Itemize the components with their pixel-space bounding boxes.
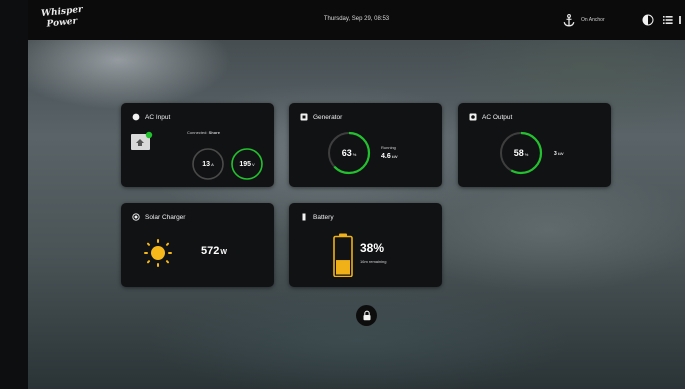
generator-power: 4.6kW	[381, 153, 398, 160]
ac-input-title: AC Input	[132, 113, 170, 121]
ac-input-label: AC Input	[145, 113, 171, 121]
lock-icon	[363, 310, 370, 321]
solar-charger-card[interactable]: Solar Charger 572 W	[121, 203, 274, 287]
anchor-status-label: On Anchor	[581, 17, 605, 23]
generator-percent-unit: %	[352, 152, 357, 157]
sun-small-icon	[132, 213, 140, 221]
generator-card[interactable]: Generator 63% Running 4.6kW	[289, 103, 442, 187]
anchor-status[interactable]: On Anchor	[563, 12, 605, 28]
battery-icon	[333, 233, 353, 277]
ac-output-label: AC Output	[482, 113, 513, 121]
top-bar: Whisper Power Thursday, Sep 29, 08:53 On…	[28, 0, 685, 40]
current-value: 13 A	[190, 161, 226, 168]
connected-label: Connected:	[187, 130, 208, 135]
anchor-icon	[563, 13, 575, 26]
solar-charger-title: Solar Charger	[132, 213, 185, 221]
ac-input-card[interactable]: AC Input Connected: Shore 13 A 195 V	[121, 103, 274, 187]
connected-value: Shore	[208, 130, 220, 135]
half-circle-icon[interactable]	[642, 14, 654, 26]
generator-percent: 63%	[325, 148, 373, 158]
current-number: 13	[202, 161, 211, 168]
ac-output-title: AC Output	[469, 113, 512, 121]
battery-card[interactable]: Battery 38% 16m remaining	[289, 203, 442, 287]
sun-icon	[144, 239, 172, 267]
solar-power-unit: W	[220, 249, 227, 256]
generator-power-unit: kW	[391, 154, 398, 159]
solar-power: 572 W	[201, 245, 227, 257]
battery-title: Battery	[300, 213, 334, 221]
plug-dot-icon	[132, 113, 140, 121]
solar-charger-label: Solar Charger	[145, 213, 186, 221]
edge-icon	[679, 16, 681, 24]
ac-output-percent: 58%	[497, 148, 545, 158]
background-scene	[28, 0, 685, 389]
ac-output-power-number: 3	[554, 151, 557, 157]
voltage-unit: V	[252, 162, 255, 167]
ac-output-percent-number: 58	[513, 148, 524, 158]
generator-label: Generator	[313, 113, 343, 121]
ac-output-power-unit: kW	[557, 151, 564, 156]
generator-icon	[300, 113, 308, 121]
ac-output-power: 3kW	[554, 151, 564, 157]
battery-label: Battery	[313, 213, 334, 221]
ac-output-percent-unit: %	[524, 152, 529, 157]
generator-power-number: 4.6	[381, 153, 391, 160]
ac-output-icon	[469, 113, 477, 121]
voltage-value: 195 V	[229, 161, 265, 168]
current-unit: A	[211, 162, 214, 167]
battery-percent: 38%	[360, 241, 385, 255]
battery-remaining: 16m remaining	[360, 259, 387, 264]
ac-output-card[interactable]: AC Output 58% 3kW	[458, 103, 611, 187]
generator-title: Generator	[300, 113, 342, 121]
battery-small-icon	[302, 213, 306, 221]
voltage-number: 195	[239, 161, 251, 168]
generator-percent-number: 63	[341, 148, 352, 158]
solar-power-number: 572	[201, 245, 220, 257]
lock-button[interactable]	[356, 305, 377, 326]
shore-power-icon	[131, 131, 153, 150]
connection-status: Connected: Shore	[187, 130, 220, 135]
generator-status: Running	[381, 145, 396, 150]
list-icon[interactable]	[662, 14, 674, 26]
